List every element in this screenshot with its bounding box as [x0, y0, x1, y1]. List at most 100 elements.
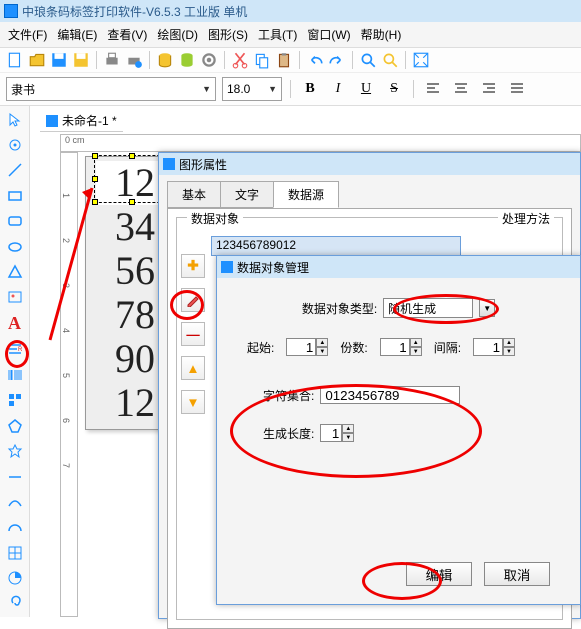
qrcode-tool[interactable]	[4, 391, 26, 410]
dialog-titlebar[interactable]: 图形属性	[159, 153, 580, 175]
spin-up[interactable]: ▲	[342, 424, 354, 433]
menu-tools[interactable]: 工具(T)	[258, 26, 297, 43]
tb-db[interactable]	[156, 51, 174, 69]
tb-redo[interactable]	[328, 51, 346, 69]
curve-tool[interactable]	[4, 492, 26, 511]
pie-tool[interactable]	[4, 568, 26, 587]
tb-new[interactable]	[6, 51, 24, 69]
tb-paste[interactable]	[275, 51, 293, 69]
charset-input[interactable]	[320, 386, 460, 404]
align-left-button[interactable]	[422, 78, 444, 100]
move-up-button[interactable]: ▲	[181, 356, 205, 380]
tb-zoom2[interactable]	[381, 51, 399, 69]
image-tool[interactable]	[4, 288, 26, 307]
sep	[290, 80, 291, 98]
delete-button[interactable]: —	[181, 322, 205, 346]
menu-draw[interactable]: 绘图(D)	[157, 26, 198, 43]
align-center-button[interactable]	[450, 78, 472, 100]
barcode-tool[interactable]	[4, 365, 26, 384]
count-label: 份数:	[340, 339, 367, 356]
dialog-titlebar[interactable]: 数据对象管理	[217, 256, 580, 278]
document-tab[interactable]: 未命名-1 *	[40, 110, 123, 132]
tb-undo[interactable]	[306, 51, 324, 69]
count-input[interactable]	[380, 338, 410, 356]
chevron-down-icon[interactable]: ▼	[479, 299, 495, 317]
menu-shape[interactable]: 图形(S)	[208, 26, 248, 43]
gap-spin[interactable]: ▲▼	[473, 338, 515, 356]
align-justify-button[interactable]	[506, 78, 528, 100]
star-tool[interactable]	[4, 442, 26, 461]
tb-zoom[interactable]	[359, 51, 377, 69]
titlebar: 中琅条码标签打印软件-V6.5.3 工业版 单机	[0, 0, 581, 22]
edit-button[interactable]	[181, 288, 205, 312]
sep	[96, 51, 97, 69]
tb-print[interactable]	[103, 51, 121, 69]
tb-settings[interactable]	[200, 51, 218, 69]
tb-save[interactable]	[50, 51, 68, 69]
type-combo[interactable]: 随机生成	[383, 298, 473, 318]
gap-input[interactable]	[473, 338, 503, 356]
chevron-down-icon: ▼	[268, 84, 277, 94]
ok-button[interactable]: 编辑	[406, 562, 472, 586]
spin-up[interactable]: ▲	[410, 338, 422, 347]
polygon-tool[interactable]	[4, 416, 26, 435]
grid-tool[interactable]	[4, 543, 26, 562]
doc-icon	[46, 115, 58, 127]
spin-down[interactable]: ▼	[316, 347, 328, 356]
start-input[interactable]	[286, 338, 316, 356]
font-select[interactable]: 隶书 ▼	[6, 77, 216, 101]
rich-text-tool[interactable]: R	[4, 340, 26, 359]
menu-help[interactable]: 帮助(H)	[361, 26, 402, 43]
spin-up[interactable]: ▲	[503, 338, 515, 347]
ellipse-tool[interactable]	[4, 237, 26, 256]
spin-down[interactable]: ▼	[503, 347, 515, 356]
count-spin[interactable]: ▲▼	[380, 338, 422, 356]
cancel-button[interactable]: 取消	[484, 562, 550, 586]
strike-button[interactable]: S	[383, 78, 405, 100]
sep	[413, 80, 414, 98]
size-select[interactable]: 18.0 ▼	[222, 77, 282, 101]
length-spin[interactable]: ▲▼	[320, 424, 354, 442]
tb-saveas[interactable]	[72, 51, 90, 69]
triangle-tool[interactable]	[4, 262, 26, 281]
tb-fit[interactable]	[412, 51, 430, 69]
bold-button[interactable]: B	[299, 78, 321, 100]
start-spin[interactable]: ▲▼	[286, 338, 328, 356]
align-right-button[interactable]	[478, 78, 500, 100]
arc-tool[interactable]	[4, 518, 26, 537]
target-tool[interactable]	[4, 135, 26, 154]
underline-button[interactable]: U	[355, 78, 377, 100]
tab-basic[interactable]: 基本	[167, 181, 221, 208]
length-input[interactable]	[320, 424, 342, 442]
spin-up[interactable]: ▲	[316, 338, 328, 347]
spin-down[interactable]: ▼	[342, 433, 354, 442]
round-rect-tool[interactable]	[4, 212, 26, 231]
menu-edit[interactable]: 编辑(E)	[57, 26, 97, 43]
select-tool[interactable]	[4, 110, 26, 129]
rect-tool[interactable]	[4, 186, 26, 205]
tb-db2[interactable]	[178, 51, 196, 69]
tb-print-setup[interactable]	[125, 51, 143, 69]
italic-button[interactable]: I	[327, 78, 349, 100]
tb-cut[interactable]	[231, 51, 249, 69]
spiral-tool[interactable]	[4, 594, 26, 613]
menu-view[interactable]: 查看(V)	[107, 26, 147, 43]
ruler-vertical: 1 2 3 4 5 6 7	[60, 152, 78, 617]
add-button[interactable]: ✚	[181, 254, 205, 278]
menu-window[interactable]: 窗口(W)	[307, 26, 350, 43]
type-label: 数据对象类型:	[302, 300, 377, 317]
data-object-list[interactable]: 123456789012	[211, 236, 461, 256]
menu-file[interactable]: 文件(F)	[8, 26, 47, 43]
data-object-mgmt-dialog: 数据对象管理 数据对象类型: 随机生成 ▼ 起始: ▲▼ 份数: ▲▼ 间隔: …	[216, 255, 581, 605]
line2-tool[interactable]	[4, 467, 26, 486]
spin-down[interactable]: ▼	[410, 347, 422, 356]
tb-copy[interactable]	[253, 51, 271, 69]
tab-datasource[interactable]: 数据源	[273, 181, 339, 208]
sep	[352, 51, 353, 69]
text-tool[interactable]: A	[4, 313, 26, 334]
line-tool[interactable]	[4, 161, 26, 180]
tab-text[interactable]: 文字	[220, 181, 274, 208]
move-down-button[interactable]: ▼	[181, 390, 205, 414]
svg-text:R: R	[18, 347, 23, 353]
tb-open[interactable]	[28, 51, 46, 69]
